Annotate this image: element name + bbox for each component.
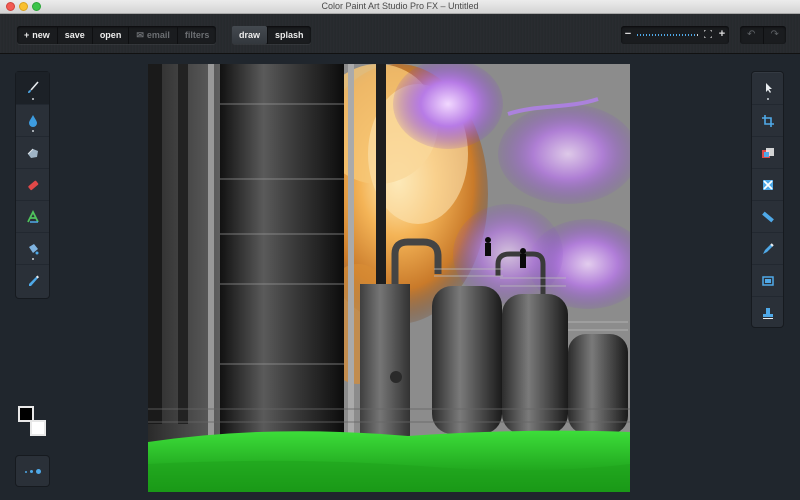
- brush-tool[interactable]: [16, 72, 49, 104]
- brush-size-large-dot: [36, 469, 41, 474]
- foreground-color-swatch[interactable]: [18, 406, 34, 422]
- envelope-icon: ✉: [136, 30, 144, 40]
- brush-size-medium-dot: [30, 470, 33, 473]
- frame-tool[interactable]: [752, 264, 783, 296]
- zoom-out-button[interactable]: −: [622, 26, 634, 44]
- undo-button[interactable]: ↶: [740, 26, 763, 44]
- zoom-slider-fill: [637, 34, 696, 36]
- smudge-tool[interactable]: [16, 136, 49, 168]
- selected-indicator: [31, 98, 34, 100]
- zoom-in-button[interactable]: +: [716, 26, 728, 44]
- zoom-slider[interactable]: [637, 34, 699, 36]
- pencil-icon: [762, 242, 774, 254]
- eyedropper-icon: [28, 275, 39, 286]
- app-window: Color Paint Art Studio Pro FX – Untitled…: [0, 0, 800, 500]
- color-balance-tool[interactable]: [752, 136, 783, 168]
- window-title: Color Paint Art Studio Pro FX – Untitled: [321, 1, 479, 11]
- water-drop-icon: [28, 114, 37, 127]
- redo-button[interactable]: ↷: [762, 26, 787, 44]
- smudge-hand-icon: [27, 148, 38, 158]
- ruler-icon: [761, 211, 774, 222]
- splash-mode-button[interactable]: splash: [267, 26, 311, 44]
- zoom-control: − +: [621, 26, 729, 44]
- tool-dot: [31, 258, 34, 260]
- draw-mode-button[interactable]: draw: [232, 26, 268, 44]
- tool-dot: [766, 98, 769, 100]
- tool-dot: [31, 130, 34, 132]
- paint-bucket-icon: [28, 243, 38, 254]
- eyedropper-tool[interactable]: [16, 264, 49, 296]
- drawing-canvas[interactable]: [148, 64, 630, 492]
- stamp-icon: [762, 307, 773, 319]
- plus-icon: +: [24, 30, 30, 40]
- filters-button[interactable]: filters: [176, 26, 217, 44]
- right-tool-palette: [752, 72, 783, 327]
- brush-size-small-dot: [25, 471, 27, 473]
- undo-redo-group: ↶ ↷: [740, 26, 786, 44]
- transform-x-icon: [762, 179, 773, 190]
- pencil-tool[interactable]: [752, 232, 783, 264]
- file-button-group: + new save open ✉ email filters: [17, 26, 217, 44]
- color-wells: [18, 406, 50, 438]
- paintbrush-icon: [27, 81, 39, 93]
- pointer-tool[interactable]: [752, 72, 783, 104]
- email-button[interactable]: ✉ email: [128, 26, 177, 44]
- arrow-pointer-icon: [765, 83, 772, 93]
- eraser-tool[interactable]: [16, 168, 49, 200]
- fit-screen-icon[interactable]: [703, 29, 713, 40]
- eraser-icon: [27, 180, 38, 190]
- stamp-tool[interactable]: [752, 296, 783, 328]
- text-a-icon: [26, 209, 39, 223]
- save-button[interactable]: save: [56, 26, 92, 44]
- main-toolbar: + new save open ✉ email filters draw splas…: [0, 14, 800, 54]
- color-balance-icon: [761, 147, 774, 158]
- frame-icon: [761, 275, 774, 286]
- crop-tool[interactable]: [752, 104, 783, 136]
- blur-tool[interactable]: [16, 104, 49, 136]
- text-tool[interactable]: [16, 200, 49, 232]
- title-bar: Color Paint Art Studio Pro FX – Untitled: [0, 0, 800, 14]
- fill-tool[interactable]: [16, 232, 49, 264]
- new-button[interactable]: + new: [17, 26, 57, 44]
- mode-button-group: draw splash: [232, 26, 311, 44]
- ruler-tool[interactable]: [752, 200, 783, 232]
- canvas-artwork: [148, 64, 630, 492]
- left-tool-palette: [16, 72, 49, 298]
- open-button[interactable]: open: [91, 26, 129, 44]
- crop-icon: [761, 114, 774, 127]
- transform-tool[interactable]: [752, 168, 783, 200]
- brush-size-button[interactable]: [16, 456, 49, 486]
- background-color-swatch[interactable]: [30, 420, 46, 436]
